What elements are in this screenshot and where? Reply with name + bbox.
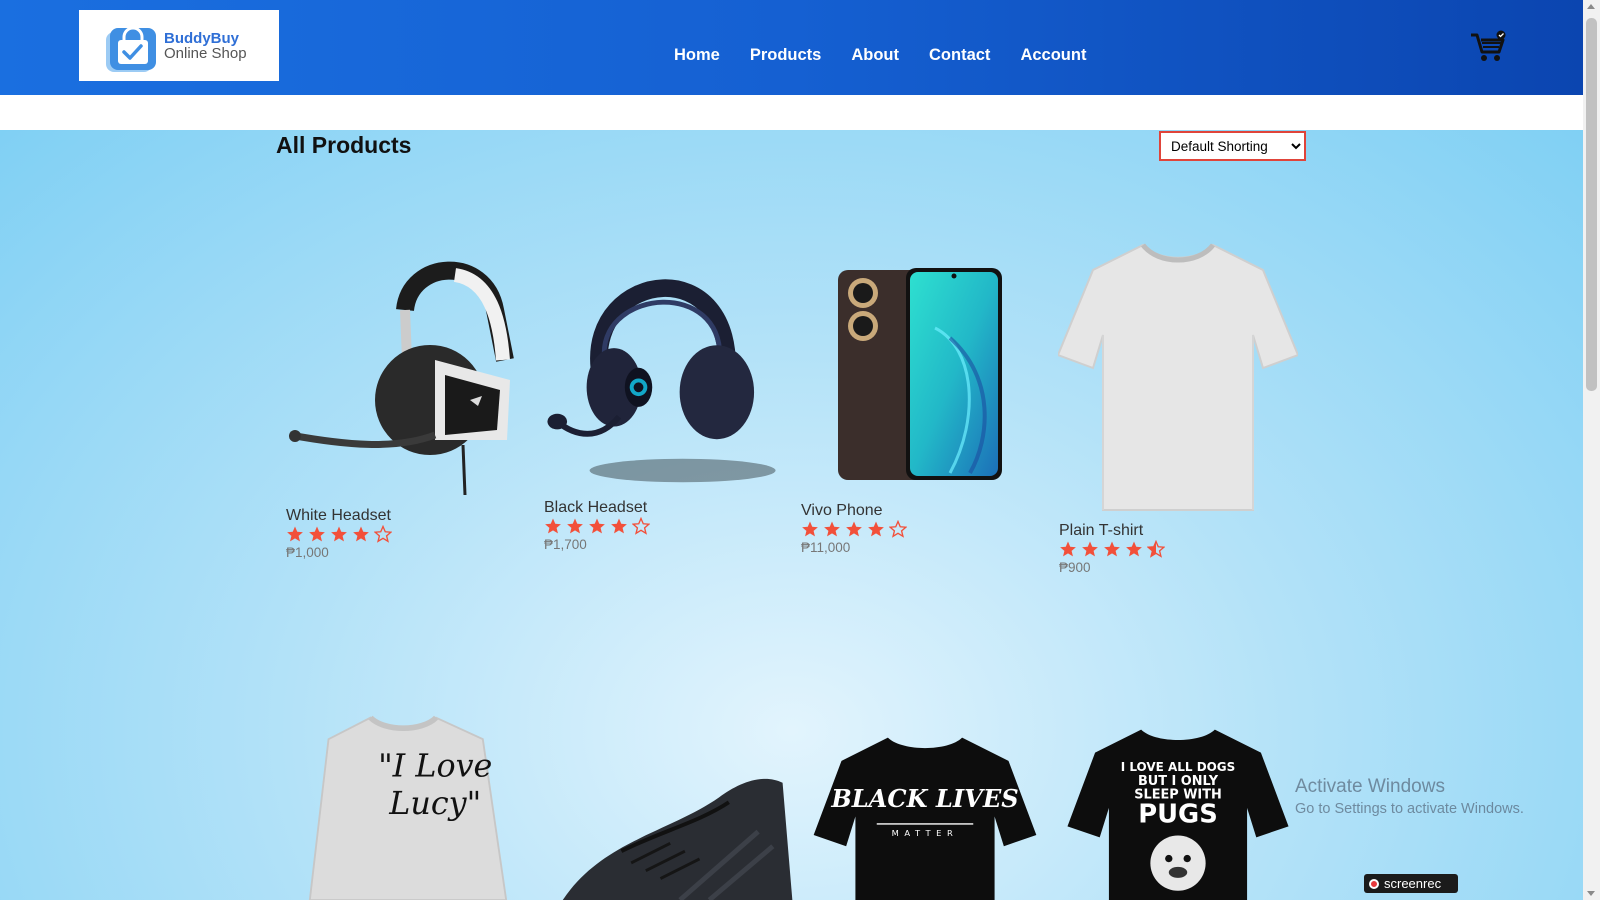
star-icon [589, 518, 605, 534]
logo-tagline: Online Shop [164, 45, 247, 62]
sweater-image[interactable]: "I Love Lucy" [288, 713, 528, 900]
star-icon [353, 526, 369, 542]
screen-recorder-badge[interactable]: screenrec [1364, 874, 1458, 893]
nav-contact[interactable]: Contact [929, 46, 990, 65]
star-icon [1104, 541, 1120, 557]
nav-about[interactable]: About [851, 46, 899, 65]
star-icon [545, 518, 561, 534]
logo-name: BuddyBuy [164, 30, 239, 47]
star-icon [309, 526, 325, 542]
scrollbar-thumb[interactable] [1586, 18, 1597, 391]
page-scrollbar[interactable] [1583, 0, 1600, 900]
sweater-print-line1: "I Love [378, 748, 492, 785]
star-icon [567, 518, 583, 534]
activate-windows-subtitle: Go to Settings to activate Windows. [1295, 801, 1524, 817]
nav-account[interactable]: Account [1020, 46, 1086, 65]
pug-tshirt-image[interactable]: I LOVE ALL DOGS BUT I ONLY SLEEP WITH PU… [1058, 725, 1298, 900]
star-icon [1082, 541, 1098, 557]
activate-windows-watermark: Activate Windows Go to Settings to activ… [1295, 776, 1524, 817]
pug-print-line2: BUT I ONLY [1138, 774, 1219, 789]
star-icon [802, 521, 818, 537]
nav-products[interactable]: Products [750, 46, 822, 65]
star-icon [868, 521, 884, 537]
star-icon [824, 521, 840, 537]
product-price: ₱11,000 [801, 540, 851, 555]
scroll-down-arrow-icon[interactable] [1587, 891, 1595, 896]
product-name[interactable]: Black Headset [544, 499, 647, 517]
black-tshirt-image[interactable]: BLACK LIVES MATTER [805, 733, 1045, 900]
activate-windows-title: Activate Windows [1295, 776, 1445, 797]
rating-stars [801, 520, 907, 538]
sweater-print-line2: Lucy" [388, 785, 481, 822]
main-nav: Home Products About Contact Account [674, 46, 1086, 65]
logo-text: BuddyBuy Online Shop [164, 31, 247, 61]
product-price: ₱900 [1059, 560, 1091, 575]
page-title: All Products [276, 132, 412, 158]
star-icon [846, 521, 862, 537]
pug-print-line1: I LOVE ALL DOGS [1121, 760, 1236, 774]
star-icon [1126, 541, 1142, 557]
black-headset-image [547, 279, 776, 483]
screen-recorder-label: screenrec [1384, 876, 1442, 891]
phone-image [838, 268, 1002, 480]
star-outline-icon [889, 520, 907, 538]
tshirt-image [1058, 243, 1298, 511]
rating-stars [544, 517, 650, 535]
shopping-bag-logo-icon [106, 26, 156, 72]
black-tshirt-print-line2: MATTER [892, 828, 959, 838]
product-name[interactable]: Plain T-shirt [1059, 522, 1143, 540]
product-name[interactable]: White Headset [286, 507, 391, 525]
shoe-image[interactable] [560, 773, 800, 900]
star-icon [1060, 541, 1076, 557]
rating-stars [1059, 540, 1165, 558]
header-spacer [0, 95, 1583, 130]
product-price: ₱1,700 [544, 537, 587, 552]
rating-stars [286, 525, 392, 543]
star-icon [287, 526, 303, 542]
star-icon [331, 526, 347, 542]
star-outline-icon [374, 525, 392, 543]
cart-icon[interactable] [1470, 30, 1506, 64]
nav-home[interactable]: Home [674, 46, 720, 65]
star-outline-icon [632, 517, 650, 535]
product-name[interactable]: Vivo Phone [801, 502, 883, 520]
star-icon [611, 518, 627, 534]
site-header: BuddyBuy Online Shop Home Products About… [0, 0, 1583, 95]
black-tshirt-print-line1: BLACK LIVES [830, 784, 1018, 813]
record-icon [1369, 878, 1379, 889]
pug-print-line4: PUGS [1138, 800, 1218, 830]
logo[interactable]: BuddyBuy Online Shop [79, 10, 279, 81]
product-price: ₱1,000 [286, 545, 329, 560]
star-half-icon [1147, 540, 1165, 558]
white-headset-image [289, 261, 514, 496]
sort-select[interactable]: Default Shorting [1159, 131, 1306, 161]
scroll-up-arrow-icon[interactable] [1587, 4, 1595, 9]
